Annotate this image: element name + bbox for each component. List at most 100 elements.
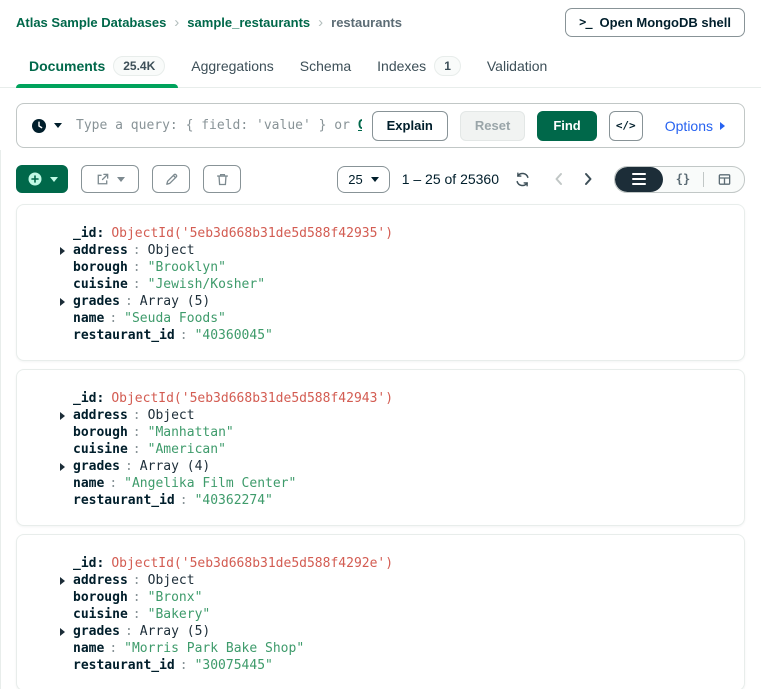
chevron-down-icon bbox=[371, 177, 379, 182]
tab-label: Aggregations bbox=[191, 58, 274, 74]
expand-caret-icon[interactable] bbox=[60, 412, 73, 420]
header-bar: Atlas Sample Databases › sample_restaura… bbox=[16, 0, 745, 44]
field-value: Object bbox=[148, 572, 195, 589]
table-view-button[interactable] bbox=[704, 167, 744, 192]
document-card[interactable]: _id:ObjectId('5eb3d668b31de5d588f4292e')… bbox=[16, 534, 745, 689]
json-view-button[interactable]: {} bbox=[663, 167, 703, 192]
pagination-range: 1 – 25 of 25360 bbox=[402, 171, 499, 187]
field-key: name bbox=[73, 475, 104, 492]
list-view-icon bbox=[632, 173, 646, 186]
field-value: "Seuda Foods" bbox=[124, 310, 226, 327]
key-value-separator: : bbox=[133, 424, 141, 441]
field-row: restaurant_id:"40360045" bbox=[73, 327, 728, 344]
breadcrumb-database-group[interactable]: Atlas Sample Databases bbox=[16, 15, 166, 30]
field-key: cuisine bbox=[73, 606, 128, 623]
query-input[interactable]: Type a query: { field: 'value' } or Gene bbox=[76, 118, 362, 133]
field-key: address bbox=[73, 572, 128, 589]
export-icon bbox=[95, 172, 110, 187]
field-value: "Morris Park Bake Shop" bbox=[124, 640, 304, 657]
key-value-separator: : bbox=[133, 276, 141, 293]
tab-schema[interactable]: Schema bbox=[287, 44, 364, 87]
key-value-separator: : bbox=[133, 441, 141, 458]
document-card[interactable]: _id:ObjectId('5eb3d668b31de5d588f42943')… bbox=[16, 369, 745, 526]
tab-aggregations[interactable]: Aggregations bbox=[178, 44, 287, 87]
field-value: "American" bbox=[148, 441, 226, 458]
open-mongodb-shell-button[interactable]: >_ Open MongoDB shell bbox=[565, 8, 745, 37]
key-value-separator: : bbox=[133, 407, 141, 424]
key-value-separator: : bbox=[109, 640, 117, 657]
explain-button[interactable]: Explain bbox=[372, 111, 448, 141]
key-value-separator: : bbox=[109, 475, 117, 492]
field-key: restaurant_id bbox=[73, 657, 175, 674]
field-row: grades:Array (5) bbox=[73, 293, 728, 310]
export-collection-button[interactable] bbox=[81, 165, 139, 193]
view-switcher: {} bbox=[614, 166, 745, 193]
query-history-dropdown[interactable] bbox=[31, 118, 66, 134]
field-value: Object bbox=[148, 242, 195, 259]
chevron-right-icon bbox=[720, 122, 725, 130]
chevron-left-icon bbox=[551, 171, 567, 187]
field-row: cuisine:"Bakery" bbox=[73, 606, 728, 623]
options-label: Options bbox=[665, 118, 713, 134]
tab-documents[interactable]: Documents 25.4K bbox=[16, 44, 178, 87]
delete-document-button[interactable] bbox=[203, 165, 241, 193]
field-value: ObjectId('5eb3d668b31de5d588f42943') bbox=[111, 390, 393, 407]
key-value-separator: : bbox=[133, 242, 141, 259]
expand-caret-icon[interactable] bbox=[60, 247, 73, 255]
query-options-toggle[interactable]: Options bbox=[665, 118, 725, 134]
field-row: address:Object bbox=[73, 407, 728, 424]
tab-label: Documents bbox=[29, 58, 105, 74]
field-key: borough bbox=[73, 589, 128, 606]
field-key: address bbox=[73, 242, 128, 259]
document-card[interactable]: _id:ObjectId('5eb3d668b31de5d588f42935')… bbox=[16, 204, 745, 361]
prev-page-button[interactable] bbox=[551, 171, 567, 187]
key-value-separator: : bbox=[133, 259, 141, 276]
indexes-count-badge: 1 bbox=[434, 56, 461, 76]
field-value: "Bronx" bbox=[148, 589, 203, 606]
tab-validation[interactable]: Validation bbox=[474, 44, 560, 87]
clock-icon bbox=[31, 118, 47, 134]
key-value-separator: : bbox=[180, 492, 188, 509]
expand-caret-icon[interactable] bbox=[60, 463, 73, 471]
field-row: borough:"Brooklyn" bbox=[73, 259, 728, 276]
field-key: _id: bbox=[73, 225, 104, 242]
field-row: address:Object bbox=[73, 572, 728, 589]
trash-icon bbox=[215, 172, 230, 187]
chevron-down-icon bbox=[50, 177, 58, 182]
edit-document-button[interactable] bbox=[152, 165, 190, 193]
list-view-button[interactable] bbox=[615, 167, 663, 192]
table-view-icon bbox=[717, 172, 732, 187]
field-row: cuisine: "Jewish/Kosher" bbox=[73, 276, 728, 293]
chevron-down-icon bbox=[117, 177, 125, 182]
code-toggle-button[interactable]: </> bbox=[609, 111, 643, 141]
next-page-button[interactable] bbox=[580, 171, 596, 187]
key-value-separator: : bbox=[180, 657, 188, 674]
expand-caret-icon[interactable] bbox=[60, 298, 73, 306]
tab-indexes[interactable]: Indexes 1 bbox=[364, 44, 474, 87]
field-row: name:"Angelika Film Center" bbox=[73, 475, 728, 492]
expand-caret-icon[interactable] bbox=[60, 577, 73, 585]
field-value: "Jewish/Kosher" bbox=[148, 276, 265, 293]
add-data-button[interactable] bbox=[16, 165, 68, 193]
field-row: _id:ObjectId('5eb3d668b31de5d588f4292e') bbox=[73, 555, 728, 572]
reset-button[interactable]: Reset bbox=[460, 111, 525, 141]
field-row: _id:ObjectId('5eb3d668b31de5d588f42935') bbox=[73, 225, 728, 242]
breadcrumb-database[interactable]: sample_restaurants bbox=[187, 15, 310, 30]
field-key: grades bbox=[73, 458, 120, 475]
breadcrumb: Atlas Sample Databases › sample_restaura… bbox=[16, 15, 402, 30]
generate-query-link[interactable]: Gene bbox=[358, 118, 362, 133]
key-value-separator: : bbox=[125, 293, 133, 310]
field-value: "30075445" bbox=[195, 657, 273, 674]
breadcrumb-separator-icon: › bbox=[318, 15, 323, 30]
page-size-select[interactable]: 25 bbox=[337, 166, 389, 193]
tab-label: Indexes bbox=[377, 58, 426, 74]
query-bar: Type a query: { field: 'value' } or Gene… bbox=[16, 103, 745, 148]
refresh-button[interactable] bbox=[514, 171, 531, 188]
field-row: address: Object bbox=[73, 242, 728, 259]
field-key: cuisine bbox=[73, 441, 128, 458]
documents-toolbar: 25 1 – 25 of 25360 bbox=[16, 165, 745, 193]
field-key: cuisine bbox=[73, 276, 128, 293]
find-button[interactable]: Find bbox=[537, 111, 596, 141]
chevron-right-icon bbox=[580, 171, 596, 187]
expand-caret-icon[interactable] bbox=[60, 628, 73, 636]
